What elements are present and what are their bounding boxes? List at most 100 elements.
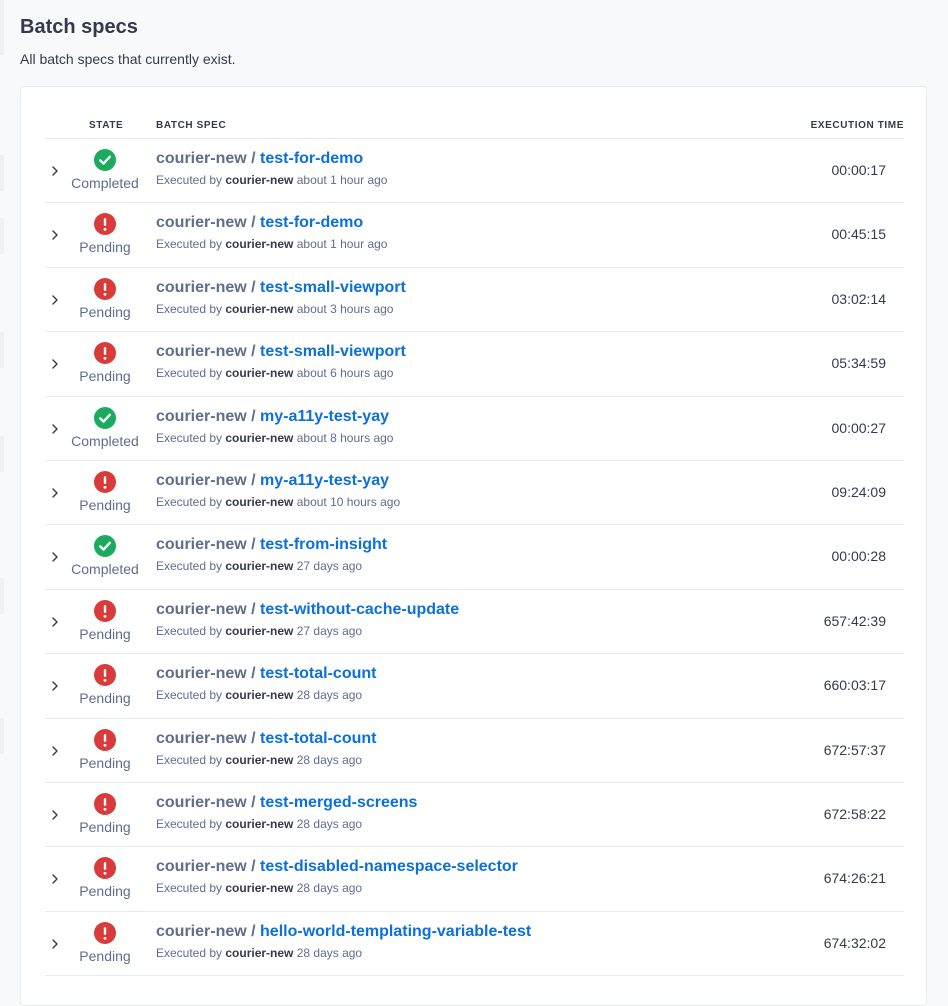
namespace-link[interactable]: courier-new bbox=[156, 601, 247, 618]
namespace-link[interactable]: courier-new bbox=[156, 730, 247, 747]
chevron-right-icon[interactable] bbox=[50, 616, 60, 628]
chevron-right-icon[interactable] bbox=[50, 809, 60, 821]
batch-spec-link[interactable]: test-total-count bbox=[260, 730, 376, 747]
namespace-link[interactable]: courier-new bbox=[156, 150, 247, 167]
batch-spec-link[interactable]: test-for-demo bbox=[260, 150, 363, 167]
chevron-right-icon[interactable] bbox=[50, 873, 60, 885]
header-state: STATE bbox=[89, 120, 124, 131]
sidebar-edge bbox=[0, 0, 4, 982]
executed-by-prefix: Executed by bbox=[156, 173, 226, 187]
check-circle-icon bbox=[94, 406, 116, 429]
executed-time-ago: about 8 hours ago bbox=[293, 430, 394, 445]
execution-time: 672:58:22 bbox=[823, 805, 886, 822]
batch-spec-link[interactable]: test-small-viewport bbox=[260, 279, 406, 296]
chevron-right-icon[interactable] bbox=[50, 680, 60, 692]
batch-spec-cell: courier-new / test-total-count Executed … bbox=[156, 665, 376, 702]
executed-by: Executed by courier-new 28 days ago bbox=[156, 688, 376, 702]
executed-time-ago: about 10 hours ago bbox=[293, 494, 401, 509]
executed-time-ago: 28 days ago bbox=[293, 945, 363, 960]
batch-specs-table: STATE BATCH SPEC EXECUTION TIME Complete… bbox=[20, 86, 927, 1006]
table-row: Pending courier-new / test-total-count E… bbox=[45, 654, 904, 719]
batch-spec-link[interactable]: test-for-demo bbox=[260, 214, 363, 231]
namespace-separator: / bbox=[246, 214, 261, 232]
batch-spec-cell: courier-new / test-merged-screens Execut… bbox=[156, 794, 417, 831]
batch-spec-link[interactable]: test-disabled-namespace-selector bbox=[260, 858, 518, 875]
execution-time: 09:24:09 bbox=[831, 483, 887, 500]
chevron-right-icon[interactable] bbox=[50, 358, 60, 370]
namespace-link[interactable]: courier-new bbox=[156, 794, 247, 811]
state-label: Pending bbox=[79, 239, 131, 256]
namespace-link[interactable]: courier-new bbox=[156, 665, 247, 682]
namespace-link[interactable]: courier-new bbox=[156, 343, 247, 360]
executed-by-prefix: Executed by bbox=[156, 430, 226, 445]
batch-spec-link[interactable]: my-a11y-test-yay bbox=[260, 472, 389, 489]
executed-by-user: courier-new bbox=[225, 366, 294, 381]
exclamation-circle-icon bbox=[94, 470, 116, 493]
state-label: Pending bbox=[79, 754, 131, 771]
namespace-link[interactable]: courier-new bbox=[156, 408, 247, 425]
namespace-separator: / bbox=[246, 729, 261, 747]
namespace-link[interactable]: courier-new bbox=[156, 858, 247, 875]
executed-by-user: courier-new bbox=[225, 881, 294, 896]
executed-by-user: courier-new bbox=[225, 430, 294, 445]
exclamation-circle-icon bbox=[94, 213, 116, 236]
batch-spec-link[interactable]: test-merged-screens bbox=[260, 794, 417, 811]
execution-time: 03:02:14 bbox=[831, 290, 887, 307]
executed-by: Executed by courier-new 27 days ago bbox=[156, 624, 459, 638]
state-cell: Pending bbox=[65, 599, 145, 642]
executed-by: Executed by courier-new 28 days ago bbox=[156, 817, 417, 831]
namespace-link[interactable]: courier-new bbox=[156, 279, 247, 296]
state-label: Pending bbox=[79, 303, 131, 320]
executed-time-ago: 27 days ago bbox=[293, 623, 363, 638]
batch-spec-link[interactable]: test-total-count bbox=[260, 665, 376, 682]
execution-time: 00:00:28 bbox=[831, 548, 887, 565]
state-label: Completed bbox=[71, 175, 139, 191]
batch-spec-link[interactable]: test-from-insight bbox=[260, 536, 387, 553]
chevron-right-icon[interactable] bbox=[50, 165, 60, 177]
table-row: Completed courier-new / test-for-demo Ex… bbox=[45, 139, 904, 204]
namespace-separator: / bbox=[246, 665, 261, 683]
chevron-right-icon[interactable] bbox=[50, 551, 60, 563]
execution-time: 674:32:02 bbox=[823, 934, 886, 951]
chevron-right-icon[interactable] bbox=[50, 294, 60, 306]
executed-by-prefix: Executed by bbox=[156, 688, 226, 703]
batch-spec-link[interactable]: test-small-viewport bbox=[260, 343, 406, 360]
executed-by-prefix: Executed by bbox=[156, 623, 226, 638]
state-cell: Pending bbox=[65, 921, 145, 964]
table-body: Completed courier-new / test-for-demo Ex… bbox=[45, 139, 904, 977]
namespace-separator: / bbox=[246, 600, 261, 618]
executed-time-ago: about 1 hour ago bbox=[293, 173, 388, 187]
executed-time-ago: 28 days ago bbox=[293, 752, 363, 767]
namespace-link[interactable]: courier-new bbox=[156, 923, 247, 940]
executed-by-prefix: Executed by bbox=[156, 816, 226, 831]
chevron-right-icon[interactable] bbox=[50, 423, 60, 435]
executed-by: Executed by courier-new about 6 hours ag… bbox=[156, 366, 406, 380]
state-label: Completed bbox=[71, 561, 139, 578]
executed-by-prefix: Executed by bbox=[156, 366, 226, 381]
state-cell: Pending bbox=[65, 277, 145, 320]
namespace-link[interactable]: courier-new bbox=[156, 536, 247, 553]
namespace-link[interactable]: courier-new bbox=[156, 472, 247, 489]
state-label: Pending bbox=[79, 368, 131, 385]
chevron-right-icon[interactable] bbox=[50, 229, 60, 241]
namespace-separator: / bbox=[246, 278, 261, 296]
chevron-right-icon[interactable] bbox=[50, 938, 60, 950]
namespace-link[interactable]: courier-new bbox=[156, 214, 247, 231]
executed-by-user: courier-new bbox=[225, 945, 294, 960]
executed-by-prefix: Executed by bbox=[156, 752, 226, 767]
batch-spec-link[interactable]: hello-world-templating-variable-test bbox=[260, 923, 531, 940]
batch-spec-link[interactable]: test-without-cache-update bbox=[260, 601, 459, 618]
state-label: Completed bbox=[71, 432, 139, 449]
chevron-right-icon[interactable] bbox=[50, 487, 60, 499]
page-title: Batch specs bbox=[20, 16, 138, 38]
batch-spec-cell: courier-new / test-from-insight Executed… bbox=[156, 536, 387, 573]
table-row: Pending courier-new / hello-world-templa… bbox=[45, 912, 904, 977]
header-execution-time: EXECUTION TIME bbox=[810, 120, 904, 131]
state-cell: Pending bbox=[65, 857, 145, 899]
chevron-right-icon[interactable] bbox=[50, 745, 60, 757]
namespace-separator: / bbox=[246, 793, 261, 811]
batch-spec-link[interactable]: my-a11y-test-yay bbox=[260, 408, 389, 425]
state-label: Pending bbox=[79, 883, 131, 900]
exclamation-circle-icon bbox=[94, 728, 116, 751]
executed-by: Executed by courier-new 28 days ago bbox=[156, 753, 376, 767]
